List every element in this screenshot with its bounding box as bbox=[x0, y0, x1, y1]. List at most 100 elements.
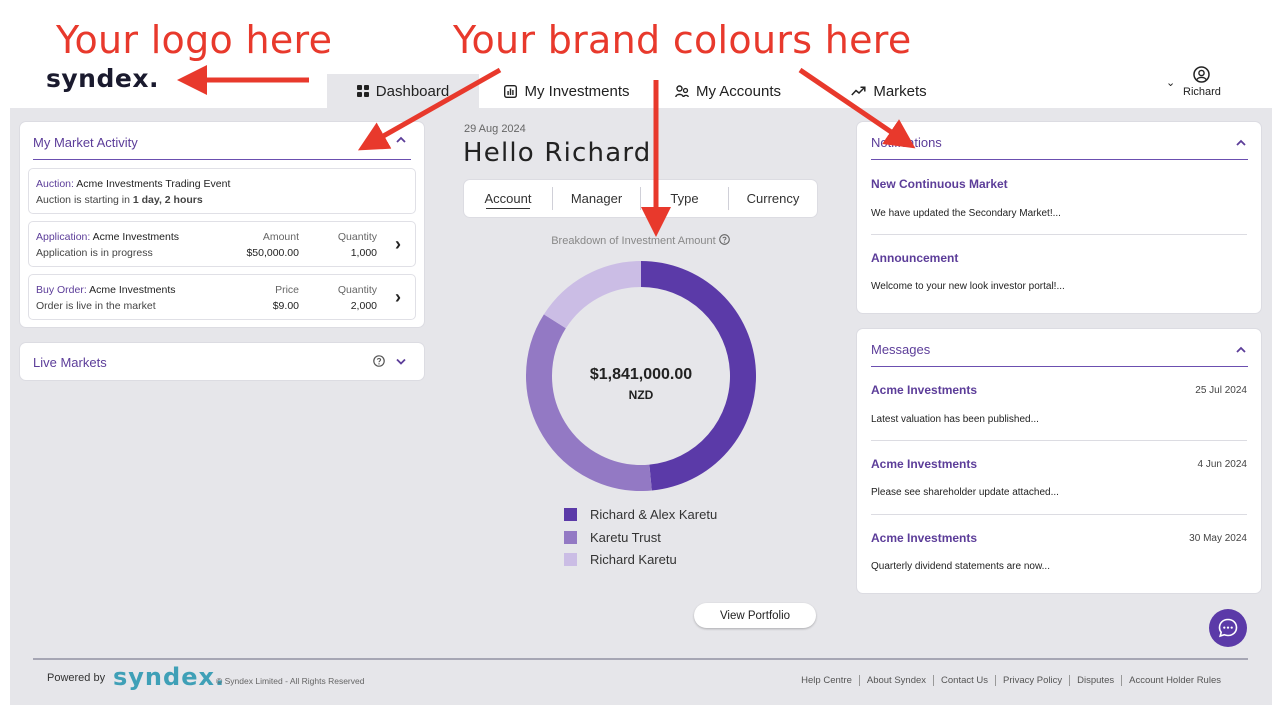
legend-label: Karetu Trust bbox=[590, 530, 661, 545]
message-body: Please see shareholder update attached..… bbox=[871, 487, 1059, 498]
messages-title: Messages bbox=[871, 342, 931, 357]
user-menu[interactable]: ⌄ Richard bbox=[1166, 64, 1226, 104]
tab-my-investments[interactable]: My Investments bbox=[494, 74, 640, 108]
dashboard-grid-icon bbox=[356, 85, 369, 97]
message-body: Quarterly dividend statements are now... bbox=[871, 561, 1050, 572]
activity-amount: Amount $50,000.00 bbox=[246, 231, 299, 259]
activity-item-buy-order[interactable]: Buy Order: Acme Investments Order is liv… bbox=[28, 274, 416, 320]
chat-bubble-icon bbox=[1218, 618, 1238, 638]
footer-link-account-rules[interactable]: Account Holder Rules bbox=[1121, 675, 1228, 686]
footer-logo[interactable]: syndex. bbox=[113, 663, 225, 691]
accounts-people-icon bbox=[675, 84, 689, 97]
tab-my-accounts-label: My Accounts bbox=[695, 82, 782, 100]
chat-button[interactable] bbox=[1209, 609, 1247, 647]
tab-dashboard[interactable]: Dashboard bbox=[327, 74, 479, 108]
chevron-up-icon[interactable] bbox=[1235, 344, 1247, 356]
activity-quantity: Quantity 2,000 bbox=[337, 284, 377, 312]
message-divider bbox=[871, 440, 1247, 441]
activity-item-application[interactable]: Application: Acme Investments Applicatio… bbox=[28, 221, 416, 267]
notification-title[interactable]: New Continuous Market bbox=[871, 177, 1008, 191]
help-circle-icon[interactable] bbox=[373, 134, 385, 146]
markets-trend-icon bbox=[851, 86, 866, 96]
message-divider bbox=[871, 514, 1247, 515]
user-circle-icon bbox=[1193, 66, 1210, 83]
notification-divider bbox=[871, 234, 1247, 235]
investments-chart-icon bbox=[504, 84, 518, 98]
notifications-title: Notifications bbox=[871, 135, 942, 150]
messages-card: Messages Acme Investments 25 Jul 2024 La… bbox=[857, 329, 1261, 593]
activity-heading: Application: Acme Investments bbox=[36, 231, 180, 243]
brand-logo[interactable]: syndex. bbox=[46, 64, 159, 93]
message-date: 25 Jul 2024 bbox=[1195, 385, 1247, 396]
donut-currency: NZD bbox=[628, 388, 654, 402]
logo-callout-text: Your logo here bbox=[56, 18, 333, 62]
tab-my-accounts[interactable]: My Accounts bbox=[664, 74, 792, 108]
view-portfolio-button[interactable]: View Portfolio bbox=[694, 603, 816, 628]
tab-markets[interactable]: Markets bbox=[841, 74, 937, 108]
breakdown-segmented-control: Account Manager Type Currency bbox=[464, 180, 817, 217]
footer-links: Help Centre About Syndex Contact Us Priv… bbox=[794, 675, 1228, 686]
help-circle-icon[interactable] bbox=[373, 355, 385, 367]
powered-by-label: Powered by bbox=[47, 672, 106, 684]
help-circle-icon[interactable] bbox=[718, 234, 730, 245]
live-markets-title: Live Markets bbox=[33, 355, 107, 370]
footer-link-about[interactable]: About Syndex bbox=[858, 675, 933, 686]
copyright-text: © Syndex Limited - All Rights Reserved bbox=[216, 676, 365, 686]
notification-body: Welcome to your new look investor portal… bbox=[871, 281, 1065, 292]
greeting-heading: Hello Richard bbox=[463, 138, 652, 168]
footer-link-contact[interactable]: Contact Us bbox=[933, 675, 995, 686]
brand-callout-text: Your brand colours here bbox=[453, 18, 912, 62]
message-title[interactable]: Acme Investments bbox=[871, 531, 977, 545]
chevron-down-icon: ⌄ bbox=[1166, 77, 1176, 89]
live-markets-controls bbox=[373, 355, 407, 367]
footer-link-privacy[interactable]: Privacy Policy bbox=[995, 675, 1069, 686]
message-title[interactable]: Acme Investments bbox=[871, 383, 977, 397]
segment-manager[interactable]: Manager bbox=[553, 180, 640, 217]
activity-status: Application is in progress bbox=[36, 247, 153, 259]
footer-link-help-centre[interactable]: Help Centre bbox=[794, 675, 859, 686]
activity-item-auction[interactable]: Auction: Acme Investments Trading Event … bbox=[28, 168, 416, 214]
tab-my-investments-label: My Investments bbox=[524, 82, 630, 100]
legend-item: Karetu Trust bbox=[564, 530, 661, 545]
legend-item: Richard Karetu bbox=[564, 552, 677, 567]
segment-type[interactable]: Type bbox=[641, 180, 728, 217]
legend-item: Richard & Alex Karetu bbox=[564, 507, 717, 522]
current-date: 29 Aug 2024 bbox=[464, 123, 526, 135]
notification-body: We have updated the Secondary Market!... bbox=[871, 208, 1061, 219]
market-activity-title: My Market Activity bbox=[33, 135, 138, 150]
chevron-right-icon[interactable]: › bbox=[395, 234, 401, 255]
legend-swatch bbox=[564, 553, 577, 566]
activity-heading: Buy Order: Acme Investments bbox=[36, 284, 176, 296]
chevron-up-icon[interactable] bbox=[1235, 137, 1247, 149]
activity-status: Auction is starting in 1 day, 2 hours bbox=[36, 194, 203, 206]
tab-markets-label: Markets bbox=[873, 82, 927, 100]
segment-account[interactable]: Account bbox=[464, 180, 552, 217]
message-body: Latest valuation has been published... bbox=[871, 414, 1039, 425]
live-markets-card[interactable]: Live Markets bbox=[20, 343, 424, 380]
legend-swatch bbox=[564, 508, 577, 521]
tab-dashboard-label: Dashboard bbox=[375, 82, 450, 100]
chart-title: Breakdown of Investment Amount bbox=[464, 234, 817, 247]
activity-quantity: Quantity 1,000 bbox=[337, 231, 377, 259]
legend-swatch bbox=[564, 531, 577, 544]
message-date: 4 Jun 2024 bbox=[1197, 459, 1248, 470]
card-divider bbox=[33, 159, 411, 160]
chevron-right-icon[interactable]: › bbox=[395, 287, 401, 308]
chevron-down-icon[interactable] bbox=[395, 355, 407, 367]
message-title[interactable]: Acme Investments bbox=[871, 457, 977, 471]
market-activity-card: My Market Activity Auction: Acme Investm… bbox=[20, 122, 424, 327]
activity-heading: Auction: Acme Investments Trading Event bbox=[36, 178, 231, 190]
user-name: Richard bbox=[1183, 86, 1221, 98]
market-activity-controls bbox=[373, 134, 407, 146]
activity-status: Order is live in the market bbox=[36, 300, 156, 312]
activity-price: Price $9.00 bbox=[272, 284, 299, 312]
segment-currency[interactable]: Currency bbox=[729, 180, 817, 217]
footer-link-disputes[interactable]: Disputes bbox=[1069, 675, 1121, 686]
legend-label: Richard Karetu bbox=[590, 552, 677, 567]
donut-slice-3[interactable] bbox=[543, 261, 642, 329]
chevron-up-icon[interactable] bbox=[395, 134, 407, 146]
donut-total-amount: $1,841,000.00 bbox=[589, 366, 693, 383]
notifications-card: Notifications New Continuous Market We h… bbox=[857, 122, 1261, 313]
card-divider bbox=[871, 159, 1248, 160]
notification-title[interactable]: Announcement bbox=[871, 251, 958, 265]
